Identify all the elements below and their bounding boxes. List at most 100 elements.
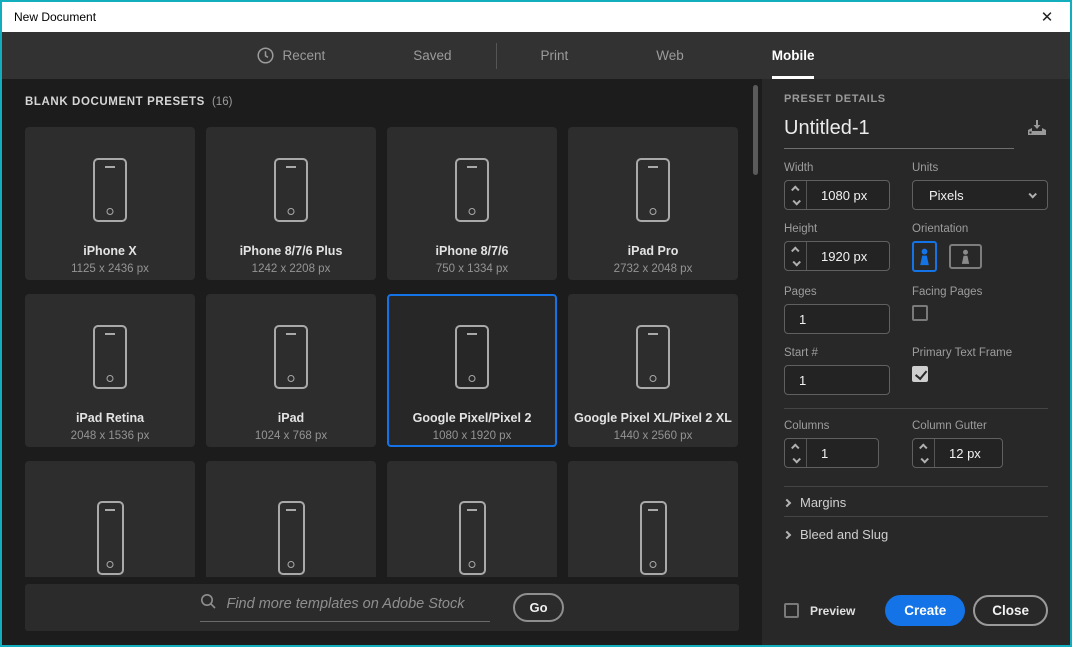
preset-details-header: PRESET DETAILS xyxy=(784,93,886,105)
preview-toggle[interactable]: Preview xyxy=(784,603,855,618)
phone-icon xyxy=(274,158,308,222)
create-button[interactable]: Create xyxy=(885,595,966,626)
width-input[interactable]: 1080 px xyxy=(784,180,890,210)
presets-count: (16) xyxy=(211,96,233,108)
preset-card[interactable]: Google Pixel XL/Pixel 2 XL 1440 x 2560 px xyxy=(568,294,738,447)
go-button[interactable]: Go xyxy=(513,593,564,622)
preset-card[interactable]: iPhone X 1125 x 2436 px xyxy=(25,127,195,280)
tab-label: Recent xyxy=(282,48,326,63)
tab-saved[interactable]: Saved xyxy=(369,32,495,79)
start-number-input[interactable]: 1 xyxy=(784,365,890,395)
divider xyxy=(784,516,1048,517)
column-gutter-label: Column Gutter xyxy=(912,420,987,432)
preset-name: iPad xyxy=(277,411,305,425)
orientation-label: Orientation xyxy=(912,223,969,235)
preset-name: Google Pixel XL/Pixel 2 XL xyxy=(574,411,732,425)
search-placeholder: Find more templates on Adobe Stock xyxy=(226,596,465,612)
phone-icon xyxy=(636,325,670,389)
save-preset-icon[interactable] xyxy=(1026,118,1048,149)
preset-card[interactable] xyxy=(206,461,376,577)
column-gutter-stepper[interactable] xyxy=(913,439,935,467)
columns-label: Columns xyxy=(784,420,830,432)
height-label: Height xyxy=(784,223,818,235)
columns-stepper[interactable] xyxy=(785,439,807,467)
phone-icon xyxy=(93,325,127,389)
width-label: Width xyxy=(784,162,814,174)
preset-dimensions: 1024 x 768 px xyxy=(254,430,328,442)
close-button[interactable]: Close xyxy=(973,595,1048,626)
start-number-label: Start # xyxy=(784,347,818,359)
width-stepper[interactable] xyxy=(785,181,807,209)
tab-mobile[interactable]: Mobile xyxy=(728,32,859,79)
preset-card[interactable] xyxy=(25,461,195,577)
bleed-slug-label: Bleed and Slug xyxy=(800,527,889,542)
preset-name: iPad Retina xyxy=(75,411,145,425)
units-value: Pixels xyxy=(929,187,964,203)
tab-web[interactable]: Web xyxy=(612,32,728,79)
new-document-dialog: New Document ✕ Recent Saved Print Web Mo… xyxy=(0,0,1072,647)
preview-label: Preview xyxy=(810,603,856,618)
presets-panel: BLANK DOCUMENT PRESETS (16) iPhone X 1125 … xyxy=(2,79,762,645)
orientation-landscape-icon[interactable] xyxy=(949,244,982,269)
primary-text-frame-checkbox[interactable] xyxy=(912,366,928,382)
divider xyxy=(784,486,1048,487)
preset-card[interactable] xyxy=(568,461,738,577)
column-gutter-input[interactable]: 12 px xyxy=(912,438,1003,468)
phone-icon xyxy=(274,325,308,389)
preset-dimensions: 1440 x 2560 px xyxy=(613,430,693,442)
phone-icon xyxy=(277,501,305,575)
scrollbar-thumb[interactable] xyxy=(753,85,758,175)
units-dropdown[interactable]: Pixels xyxy=(912,180,1048,210)
preset-card[interactable]: iPad 1024 x 768 px xyxy=(206,294,376,447)
phone-icon xyxy=(96,501,124,575)
tab-recent[interactable]: Recent xyxy=(213,32,369,79)
preview-checkbox[interactable] xyxy=(784,603,799,618)
stock-search-input[interactable]: Find more templates on Adobe Stock xyxy=(200,593,491,622)
preset-name: iPhone X xyxy=(83,244,137,258)
preset-dimensions: 2732 x 2048 px xyxy=(613,263,693,275)
adobe-stock-search-bar: Find more templates on Adobe Stock Go xyxy=(25,584,739,631)
tab-label: Web xyxy=(656,48,684,63)
preset-card[interactable]: iPhone 8/7/6 Plus 1242 x 2208 px xyxy=(206,127,376,280)
phone-icon xyxy=(93,158,127,222)
facing-pages-checkbox[interactable] xyxy=(912,305,928,321)
orientation-portrait-icon[interactable] xyxy=(912,241,937,272)
columns-value: 1 xyxy=(821,445,829,461)
height-input[interactable]: 1920 px xyxy=(784,241,890,271)
height-stepper[interactable] xyxy=(785,242,807,270)
title-bar: New Document ✕ xyxy=(2,2,1070,32)
pages-input[interactable]: 1 xyxy=(784,304,890,334)
preset-name: iPhone 8/7/6 xyxy=(435,244,509,258)
chevron-right-icon xyxy=(782,530,792,539)
width-value: 1080 px xyxy=(821,187,868,203)
phone-icon xyxy=(636,158,670,222)
tab-label: Print xyxy=(540,48,569,63)
document-name-input[interactable]: Untitled-1 xyxy=(784,117,1014,149)
primary-text-frame-label: Primary Text Frame xyxy=(912,347,1013,359)
tab-label: Saved xyxy=(413,48,452,63)
margins-section-toggle[interactable]: Margins xyxy=(782,495,847,510)
preset-name: iPad Pro xyxy=(627,244,679,258)
height-value: 1920 px xyxy=(821,248,868,264)
preset-details-panel: PRESET DETAILS Untitled-1 Width Units 10… xyxy=(762,79,1070,645)
clock-icon xyxy=(257,47,275,64)
preset-grid: iPhone X 1125 x 2436 px iPhone 8/7/6 Plus 1… xyxy=(25,127,739,577)
preset-card[interactable]: iPad Pro 2732 x 2048 px xyxy=(568,127,738,280)
columns-input[interactable]: 1 xyxy=(784,438,879,468)
column-gutter-value: 12 px xyxy=(949,445,981,461)
bleed-slug-section-toggle[interactable]: Bleed and Slug xyxy=(782,527,889,542)
pages-label: Pages xyxy=(784,286,817,298)
divider xyxy=(784,408,1048,409)
preset-card[interactable] xyxy=(387,461,557,577)
preset-card[interactable]: iPad Retina 2048 x 1536 px xyxy=(25,294,195,447)
tab-print[interactable]: Print xyxy=(497,32,613,79)
units-label: Units xyxy=(912,162,939,174)
preset-card[interactable]: Google Pixel/Pixel 2 1080 x 1920 px xyxy=(387,294,557,447)
chevron-down-icon xyxy=(1028,190,1037,199)
preset-card[interactable]: iPhone 8/7/6 750 x 1334 px xyxy=(387,127,557,280)
pages-value: 1 xyxy=(799,311,807,327)
tab-bar: Recent Saved Print Web Mobile xyxy=(2,32,1070,79)
presets-header: BLANK DOCUMENT PRESETS (16) xyxy=(25,96,232,108)
close-icon[interactable]: ✕ xyxy=(1030,2,1064,32)
margins-label: Margins xyxy=(800,495,847,510)
